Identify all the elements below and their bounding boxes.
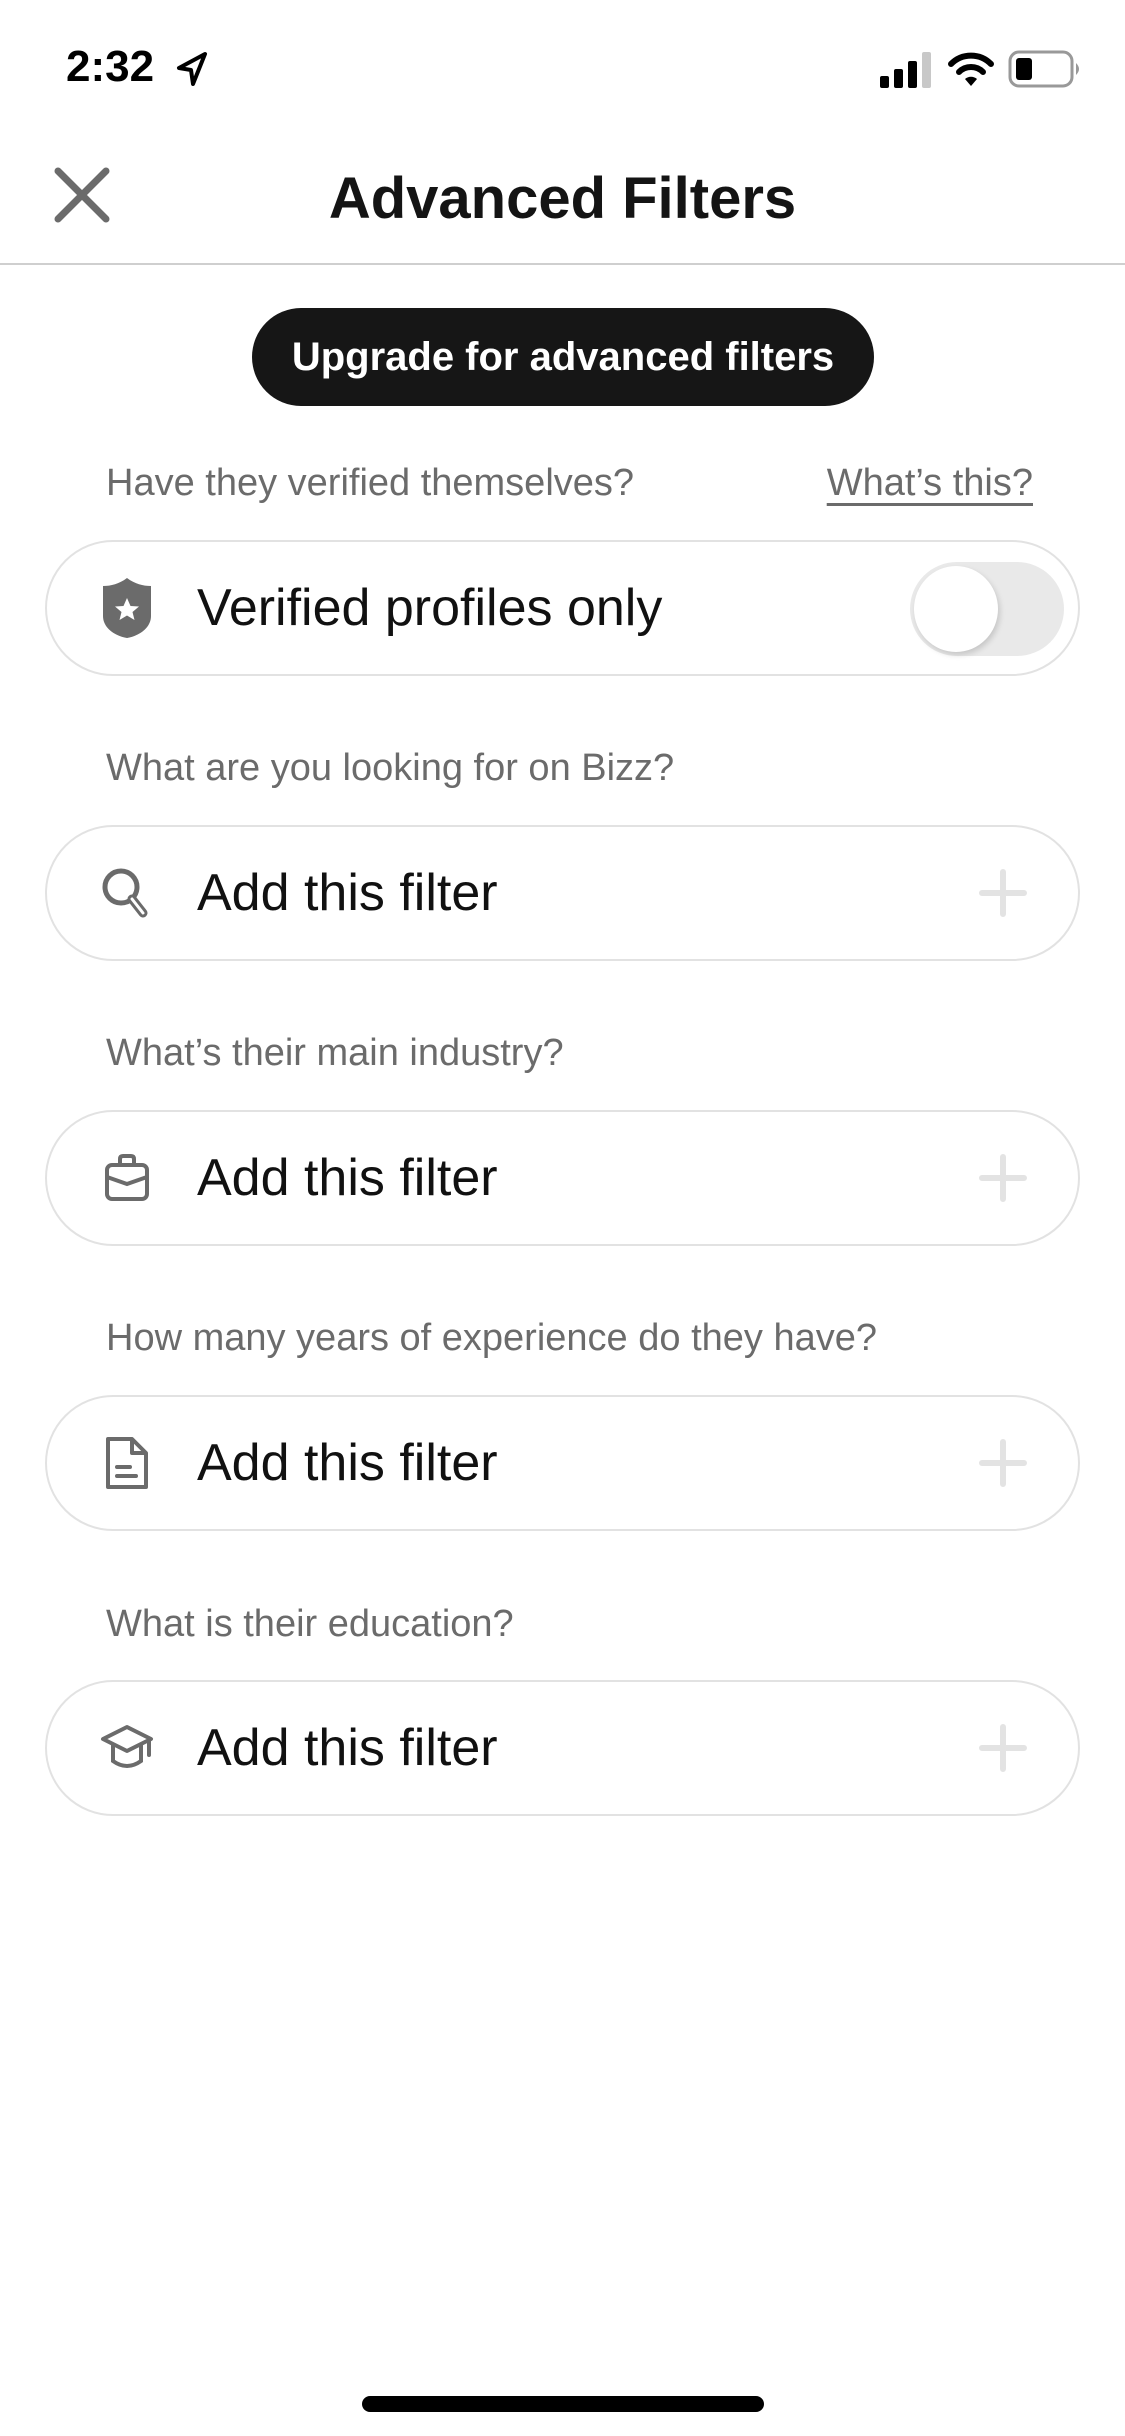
verified-profiles-row[interactable]: Verified profiles only bbox=[45, 540, 1080, 676]
status-time: 2:32 bbox=[66, 42, 155, 91]
page-title: Advanced Filters bbox=[328, 166, 797, 231]
plus-icon[interactable] bbox=[978, 1153, 1028, 1203]
shield-star-icon bbox=[99, 578, 155, 638]
add-filter-label: Add this filter bbox=[197, 864, 498, 922]
cellular-signal-icon bbox=[880, 52, 931, 88]
upgrade-button[interactable]: Upgrade for advanced filters bbox=[252, 308, 874, 406]
add-filter-label: Add this filter bbox=[197, 1149, 498, 1207]
battery-icon bbox=[1008, 50, 1079, 88]
question-education: What is their education? bbox=[106, 1603, 514, 1645]
add-filter-looking-for[interactable]: Add this filter bbox=[45, 825, 1080, 961]
whats-this-link[interactable]: What’s this? bbox=[827, 462, 1033, 505]
home-indicator[interactable] bbox=[362, 2396, 764, 2412]
question-experience: How many years of experience do they hav… bbox=[106, 1317, 877, 1359]
add-filter-label: Add this filter bbox=[197, 1719, 498, 1777]
question-verified: Have they verified themselves? bbox=[106, 462, 635, 504]
question-industry: What’s their main industry? bbox=[106, 1032, 564, 1074]
plus-icon[interactable] bbox=[978, 1723, 1028, 1773]
plus-icon[interactable] bbox=[978, 1438, 1028, 1488]
location-arrow-icon bbox=[177, 52, 207, 86]
wifi-icon bbox=[948, 52, 994, 86]
toggle-knob bbox=[914, 566, 998, 652]
briefcase-icon bbox=[99, 1150, 155, 1206]
add-filter-experience[interactable]: Add this filter bbox=[45, 1395, 1080, 1531]
status-bar: 2:32 bbox=[0, 0, 1125, 135]
search-icon bbox=[99, 865, 155, 921]
add-filter-education[interactable]: Add this filter bbox=[45, 1680, 1080, 1816]
nav-bar: Advanced Filters bbox=[0, 135, 1125, 265]
verified-profiles-label: Verified profiles only bbox=[197, 579, 663, 637]
verified-toggle[interactable] bbox=[910, 562, 1064, 656]
plus-icon[interactable] bbox=[978, 868, 1028, 918]
document-icon bbox=[99, 1435, 155, 1491]
graduation-cap-icon bbox=[99, 1720, 155, 1776]
question-looking-for: What are you looking for on Bizz? bbox=[106, 747, 675, 789]
add-filter-industry[interactable]: Add this filter bbox=[45, 1110, 1080, 1246]
add-filter-label: Add this filter bbox=[197, 1434, 498, 1492]
